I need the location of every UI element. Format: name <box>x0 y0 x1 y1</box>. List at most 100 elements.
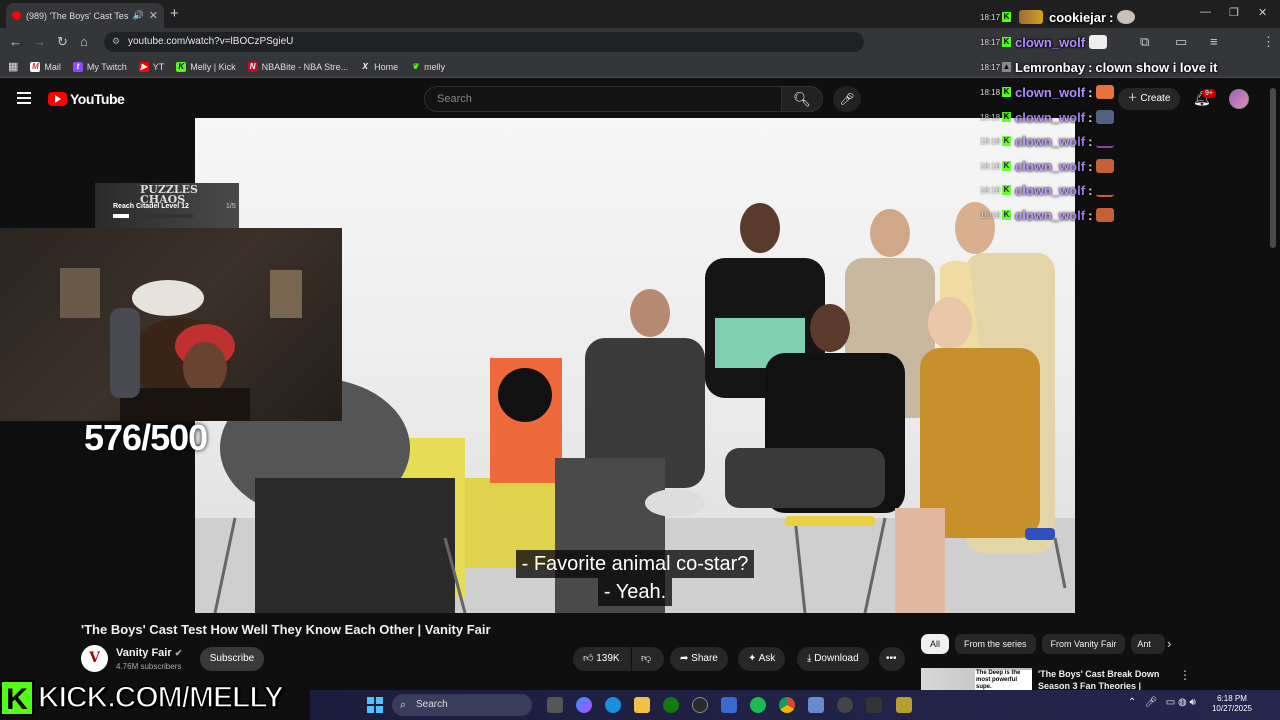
youtube-logo[interactable]: YouTube <box>48 91 125 107</box>
photos-icon[interactable] <box>808 697 824 713</box>
chip-from-vanity-fair[interactable]: From Vanity Fair <box>1041 634 1126 654</box>
maximize-icon[interactable]: ❐ <box>1229 6 1239 19</box>
bookmark-label: Mail <box>44 61 61 72</box>
copilot-icon[interactable] <box>576 697 592 713</box>
edge-icon[interactable] <box>605 697 621 713</box>
close-window-icon[interactable]: ✕ <box>1258 6 1267 19</box>
bookmark-label: melly <box>424 61 446 72</box>
new-tab-button[interactable]: + <box>170 5 179 22</box>
kick-badge-icon: K <box>1002 136 1011 146</box>
bookmark-home[interactable]: X Home <box>360 62 398 72</box>
browser-tab[interactable]: (989) 'The Boys' Cast Test H 🔊 ✕ <box>6 3 164 28</box>
spotify-icon[interactable] <box>750 697 766 713</box>
chat-message: 18:18 K clown_wolf : <box>980 179 1115 201</box>
taskbar-search[interactable]: ⌕ Search <box>392 694 532 716</box>
url-text: youtube.com/watch?v=lBOCzPSgieU <box>128 36 294 47</box>
system-tray[interactable]: ⌃ 🎤︎ ▭ ◍ 🔊︎ <box>1128 697 1196 708</box>
file-explorer-icon[interactable] <box>634 697 650 713</box>
chat-colon: : <box>1088 59 1093 75</box>
twitch-icon: t <box>72 61 83 72</box>
bookmark-kick[interactable]: K Melly | Kick <box>176 61 236 72</box>
chrome-icon[interactable] <box>779 697 795 713</box>
kick-badge-icon: K <box>1002 12 1011 22</box>
video-title: 'The Boys' Cast Test How Well They Know … <box>81 622 491 637</box>
channel-avatar[interactable]: V <box>81 645 108 672</box>
chip-all[interactable]: All <box>921 634 950 654</box>
chat-colon: : <box>1088 109 1093 125</box>
recommended-video-thumbnail[interactable]: The Deep is the most powerful supe. <box>921 668 1032 690</box>
reload-icon[interactable]: ↻ <box>57 34 68 50</box>
share-button[interactable]: ➦ Share <box>670 647 728 671</box>
emote-icon <box>1117 10 1136 24</box>
account-avatar[interactable] <box>1229 89 1249 109</box>
close-tab-icon[interactable]: ✕ <box>149 9 158 22</box>
chat-username: clown_wolf <box>1015 207 1086 223</box>
page-scrollbar[interactable] <box>1270 88 1276 248</box>
store-icon[interactable] <box>721 697 737 713</box>
dislike-button[interactable]: 👎︎ <box>632 647 664 671</box>
like-button[interactable]: 👍︎ 139K <box>573 647 631 671</box>
windows-start-icon[interactable] <box>367 697 383 713</box>
youtube-play-icon <box>48 92 67 106</box>
menu-kebab-icon[interactable]: ⋮ <box>1262 34 1275 50</box>
recommended-video-title[interactable]: 'The Boys' Cast Break Down Season 3 Fan … <box>1038 668 1170 690</box>
cast-icon[interactable]: ▭ <box>1175 34 1187 50</box>
task-view-icon[interactable] <box>547 697 563 713</box>
back-icon[interactable]: ← <box>9 34 22 49</box>
chip-ant[interactable]: Ant <box>1131 634 1166 654</box>
create-button[interactable]: ＋ Create <box>1118 88 1180 110</box>
media-player-icon[interactable] <box>837 697 853 713</box>
chat-username: clown_wolf <box>1015 109 1086 125</box>
site-info-icon[interactable]: ⚙ <box>112 36 120 47</box>
home-icon[interactable]: ⌂ <box>80 34 88 49</box>
hamburger-menu-icon[interactable] <box>17 92 31 107</box>
chevron-right-icon[interactable]: › <box>1167 636 1171 651</box>
nba-icon: N <box>247 61 258 72</box>
chat-username: clown_wolf <box>1015 133 1086 149</box>
taskbar-clock[interactable]: 6:18 PM 10/27/2025 <box>1210 694 1254 714</box>
speaker-icon[interactable]: 🔊 <box>133 10 144 21</box>
search-input[interactable]: Search <box>424 86 782 112</box>
more-vertical-icon[interactable]: ⋮ <box>1179 668 1191 682</box>
share-icon: ➦ <box>680 653 689 664</box>
search-button[interactable]: 🔍︎ <box>781 86 823 112</box>
chat-message: 18:18 K clown_wolf : <box>980 204 1115 226</box>
extensions-icon[interactable]: ⧉ <box>1140 34 1149 50</box>
more-actions-button[interactable]: ••• <box>879 647 905 671</box>
steam-icon[interactable] <box>692 697 708 713</box>
related-filter-chips: All From the series From Vanity Fair Ant <box>921 634 1166 654</box>
xbox-icon[interactable] <box>663 697 679 713</box>
puzzle-progress-text: 1/5 <box>226 203 236 210</box>
media-icon[interactable]: ≡ <box>1210 34 1218 49</box>
forward-icon[interactable]: → <box>33 34 46 49</box>
channel-name[interactable]: Vanity Fair ✔ <box>116 647 182 659</box>
download-button[interactable]: ⤓ Download <box>797 647 869 671</box>
bookmark-nba[interactable]: N NBABite - NBA Stre... <box>247 61 348 72</box>
create-label: Create <box>1140 93 1171 104</box>
bookmark-melly[interactable]: ❦ melly <box>410 62 445 72</box>
chat-colon: : <box>1088 158 1093 174</box>
apps-grid-icon[interactable]: ▦ <box>8 60 18 73</box>
chat-username: clown_wolf <box>1015 34 1086 50</box>
kick-badge-icon: K <box>1002 185 1011 195</box>
puzzle-progress-fill <box>113 214 129 218</box>
url-field[interactable]: ⚙ youtube.com/watch?v=lBOCzPSgieU <box>104 32 864 52</box>
obs-icon[interactable] <box>866 697 882 713</box>
ask-button[interactable]: ✦ Ask <box>738 647 786 671</box>
cat-emote-icon <box>1096 85 1115 99</box>
subscribe-button[interactable]: Subscribe <box>200 647 264 671</box>
voice-search-button[interactable]: 🎤︎ <box>833 86 861 112</box>
bookmark-mail[interactable]: M Mail <box>30 61 61 72</box>
bookmark-twitch[interactable]: t My Twitch <box>72 61 127 72</box>
user-badge-icon: ▲ <box>1002 62 1011 72</box>
minimize-icon[interactable]: — <box>1200 6 1211 18</box>
chat-message: 18:17 K clown_wolf <box>980 31 1108 53</box>
channel-name-text: Vanity Fair <box>116 647 172 659</box>
bookmark-yt[interactable]: ▶ YT <box>138 61 164 72</box>
emote-icon <box>1096 183 1115 197</box>
app-icon[interactable] <box>896 697 912 713</box>
search-icon: ⌕ <box>400 699 407 711</box>
thumbnail-caption: The Deep is the most powerful supe. <box>975 670 1032 690</box>
chat-username: clown_wolf <box>1015 84 1086 100</box>
chip-from-series[interactable]: From the series <box>955 634 1036 654</box>
